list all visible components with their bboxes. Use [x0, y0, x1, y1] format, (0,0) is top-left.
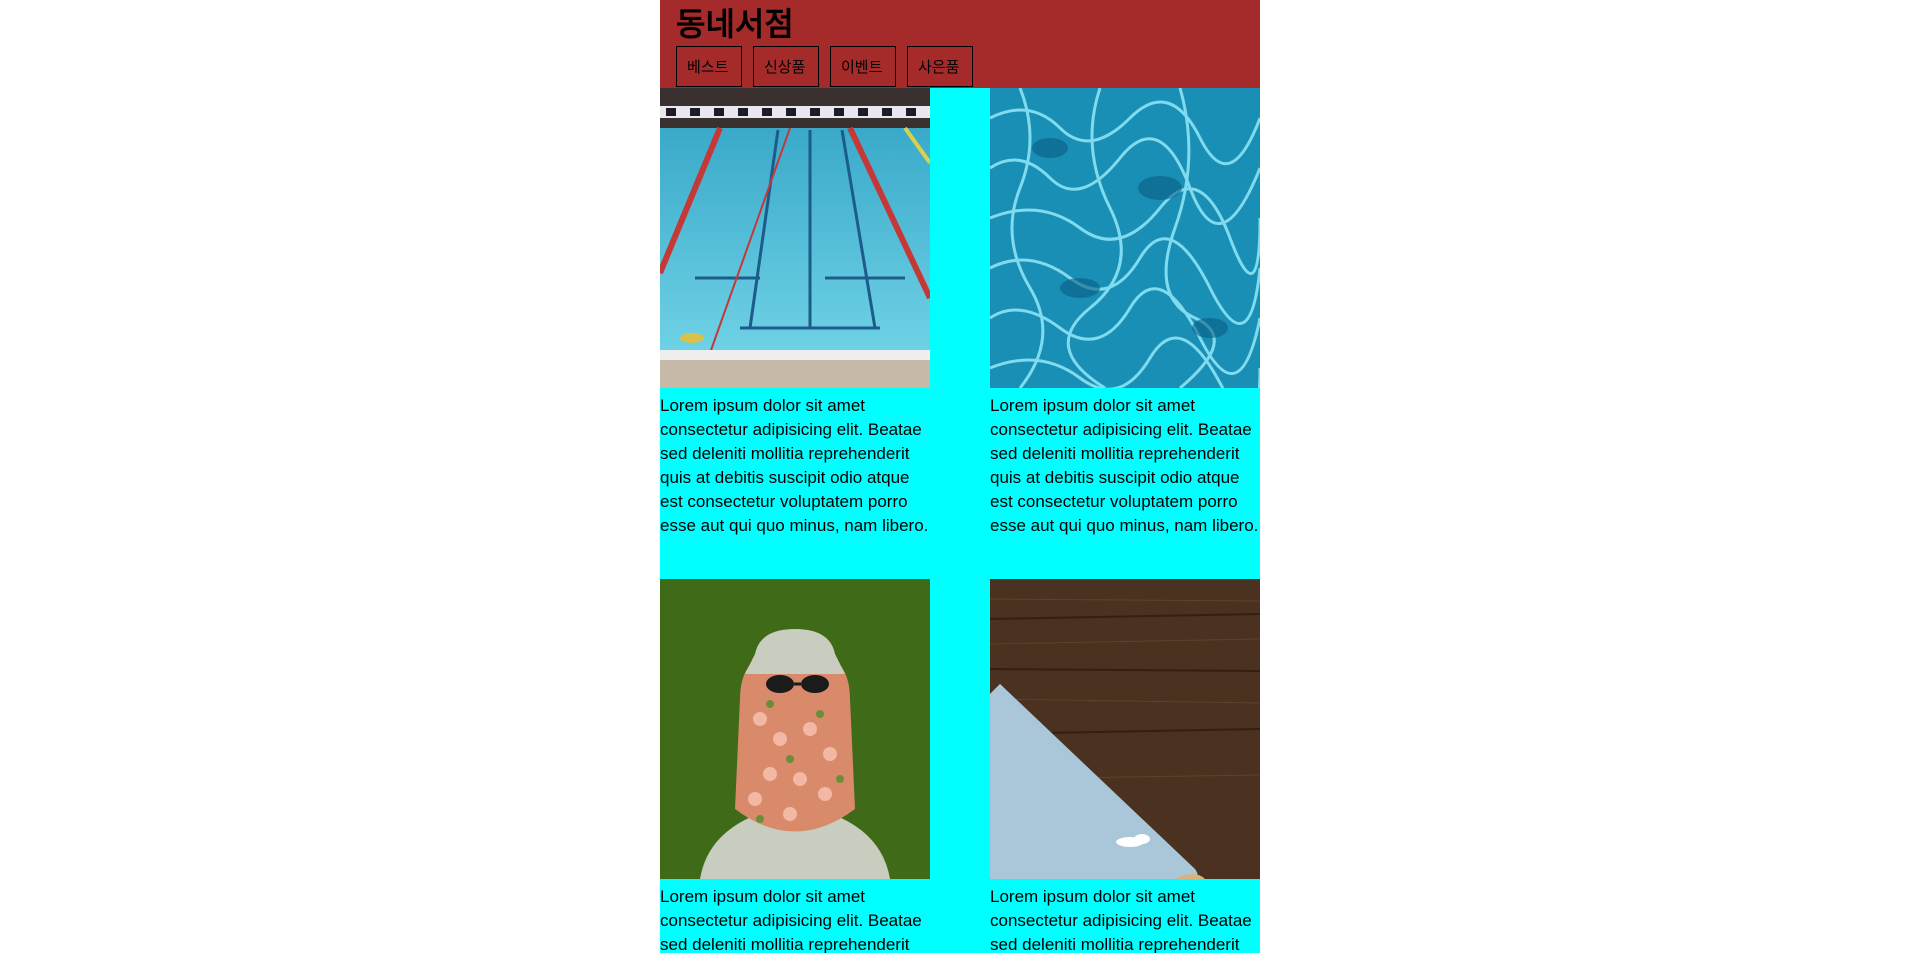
water-ripples-image[interactable]	[990, 88, 1260, 388]
swimming-pool-image[interactable]	[660, 88, 930, 388]
card-description: Lorem ipsum dolor sit amet consectetur a…	[990, 887, 1252, 953]
card-item: Lorem ipsum dolor sit amet consectetur a…	[990, 579, 1260, 953]
card-description: Lorem ipsum dolor sit amet consectetur a…	[660, 396, 929, 535]
person-with-flowers-image[interactable]	[660, 579, 930, 879]
nav-button-new[interactable]: 신상품	[753, 46, 819, 87]
site-header: 동네서점 베스트 신상품 이벤트 사은품	[660, 0, 1260, 88]
nav-button-gift[interactable]: 사은품	[907, 46, 973, 87]
card-item: Lorem ipsum dolor sit amet consectetur a…	[990, 88, 1260, 538]
site-logo[interactable]: 동네서점	[676, 4, 794, 44]
page-container: 동네서점 베스트 신상품 이벤트 사은품 Lorem ipsum dolor s…	[660, 0, 1260, 953]
main-nav: 베스트 신상품 이벤트 사은품	[676, 46, 973, 87]
card-item: Lorem ipsum dolor sit amet consectetur a…	[660, 579, 930, 953]
card-description: Lorem ipsum dolor sit amet consectetur a…	[660, 887, 922, 953]
nav-button-best[interactable]: 베스트	[676, 46, 742, 87]
nav-button-event[interactable]: 이벤트	[830, 46, 896, 87]
card-description: Lorem ipsum dolor sit amet consectetur a…	[990, 396, 1259, 535]
card-grid: Lorem ipsum dolor sit amet consectetur a…	[660, 88, 1260, 953]
tablet-on-wood-image[interactable]	[990, 579, 1260, 879]
card-item: Lorem ipsum dolor sit amet consectetur a…	[660, 88, 930, 538]
